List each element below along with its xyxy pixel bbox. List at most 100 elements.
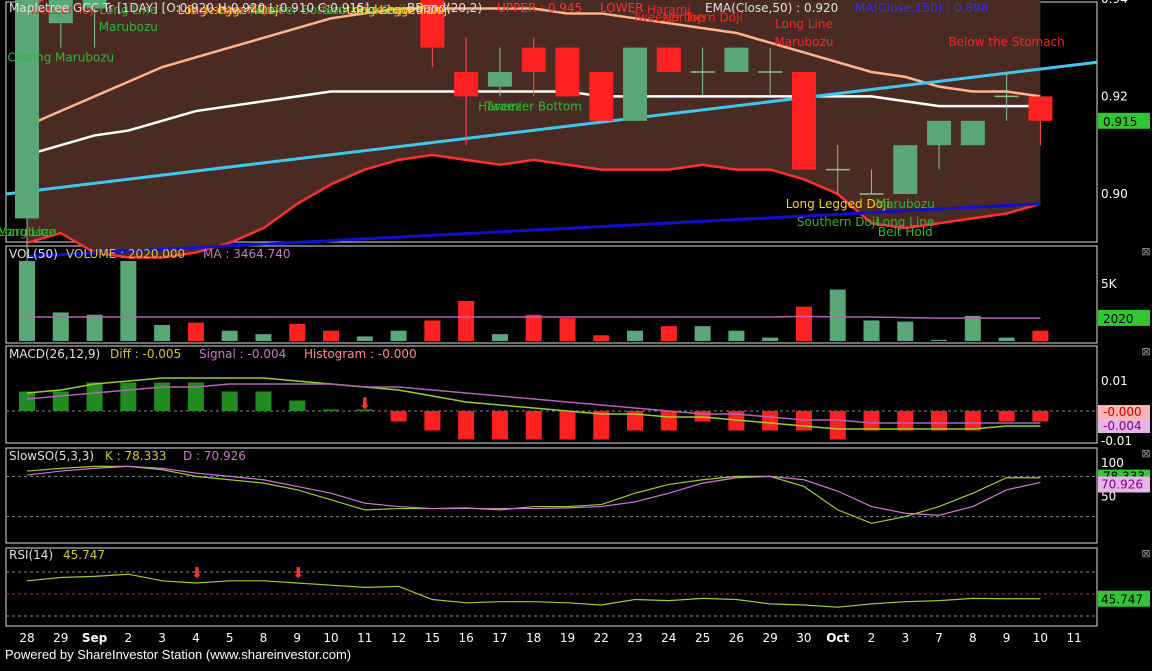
close-icon: ⊠ — [1141, 245, 1150, 258]
volume-bar — [221, 330, 238, 341]
stock-chart[interactable]: ⊠ ⊠ ⊠ ⊠ Long Line Marubozu Closing Marubozu Twe… — [0, 0, 1152, 671]
chart-header-text: EMA(Close,50) : 0.920 — [705, 1, 838, 15]
date-axis-tick: 2 — [868, 631, 876, 645]
price-axis-tick: 0.92 — [1101, 89, 1128, 103]
date-axis-tick: 7 — [935, 631, 943, 645]
date-axis-tick: 17 — [492, 631, 507, 645]
chart-header-text: BBand(20,2) — [407, 1, 482, 15]
vol-ma: MA : 3464.740 — [203, 247, 291, 261]
stoch-k: K : 78.333 — [105, 449, 167, 463]
pattern-label: Belt Hold — [878, 225, 933, 239]
macd-histogram-bar — [863, 411, 880, 431]
candle-body — [623, 47, 648, 121]
macd-histogram-bar — [491, 411, 508, 440]
footer-credit: Powered by ShareInvestor Station (www.sh… — [5, 647, 352, 662]
date-axis-tick: 10 — [1033, 631, 1048, 645]
stoch-title: SlowSO(5,3,3) — [9, 449, 94, 463]
volume-bar — [897, 321, 914, 341]
date-axis-tick: 19 — [560, 631, 575, 645]
macd-histogram-bar — [897, 411, 914, 431]
close-icon: ⊠ — [1141, 547, 1150, 560]
macd-histogram-bar — [424, 411, 441, 431]
volume-bar — [829, 289, 846, 341]
last-price-label: 0.915 — [1103, 115, 1137, 129]
pattern-label: Below the Stomach — [948, 35, 1064, 49]
volume-bar — [1032, 330, 1049, 341]
volume-bar — [255, 334, 272, 341]
date-axis-tick: Sep — [82, 631, 108, 645]
rsi-last-label: 45.747 — [1101, 593, 1143, 607]
date-axis-tick: 2 — [125, 631, 133, 645]
volume-bar — [728, 330, 745, 341]
price-axis-tick: 0.90 — [1101, 187, 1128, 201]
volume-bar — [187, 322, 204, 341]
candle-body — [589, 72, 614, 121]
macd-histogram-bar — [19, 391, 35, 411]
volume-bar — [356, 336, 373, 341]
pattern-label: Closing Marubozu — [7, 51, 114, 65]
volume-bar — [627, 330, 644, 341]
macd-histogram-bar — [221, 391, 238, 411]
candle-body — [927, 120, 952, 146]
macd-histogram-bar — [120, 382, 137, 411]
pattern-label: Tweezer Bottom — [485, 99, 582, 113]
vol-volume: VOLUME : 2020.000 — [66, 247, 185, 261]
macd-histogram-bar — [593, 411, 610, 440]
macd-histogram-bar — [86, 382, 103, 411]
macd-histogram-bar — [52, 391, 69, 411]
date-axis-tick: 10 — [323, 631, 338, 645]
chart-header-text: LOWER — [600, 1, 644, 15]
macd-diff: Diff : -0.005 — [110, 347, 181, 361]
date-axis-tick: 25 — [695, 631, 710, 645]
volume-bar — [559, 318, 576, 341]
volume-axis-tick: 5K — [1101, 277, 1118, 291]
volume-bar — [795, 306, 812, 341]
sell-arrow-icon: ⬇ — [358, 394, 371, 413]
macd-histogram-bar — [931, 411, 948, 431]
candle-body — [791, 72, 816, 170]
volume-bar — [323, 330, 340, 341]
date-axis-tick: 9 — [1003, 631, 1011, 645]
candle-body — [15, 0, 39, 219]
date-axis-tick: 5 — [226, 631, 234, 645]
volume-last-label: 2020 — [1103, 312, 1134, 326]
candle-body — [724, 47, 749, 72]
date-axis-tick: 3 — [158, 631, 166, 645]
pattern-label: Marubozu — [774, 35, 833, 49]
macd-histogram-bar — [1032, 411, 1049, 422]
price-axis-tick: 0.94 — [1101, 0, 1128, 6]
rsi-title: RSI(14) — [9, 548, 53, 562]
macd-hist: Histogram : -0.000 — [304, 347, 417, 361]
pattern-label: Southern Doji — [797, 215, 879, 229]
volume-bar — [931, 339, 948, 341]
volume-bar — [19, 261, 35, 341]
volume-bar — [289, 323, 306, 341]
close-icon: ⊠ — [1141, 345, 1150, 358]
chart-header-text: MA(Close,150) : 0.898 — [855, 1, 988, 15]
volume-bar — [525, 314, 542, 341]
volume-bar — [762, 337, 779, 341]
date-axis-tick: 3 — [901, 631, 909, 645]
candle-body — [893, 145, 918, 194]
candle-body — [487, 72, 512, 87]
volume-bar — [390, 330, 407, 341]
sell-arrow-icon: ⬇ — [292, 564, 305, 582]
pattern-label: Marubozu — [876, 197, 935, 211]
macd-histogram-bar — [289, 400, 306, 411]
date-axis-tick: 29 — [763, 631, 778, 645]
macd-title: MACD(26,12,9) — [9, 347, 100, 361]
macd-histogram-bar — [964, 411, 981, 431]
date-axis-tick: 22 — [594, 631, 609, 645]
macd-last-signal: -0.004 — [1103, 419, 1142, 433]
pattern-label: Long Legged Doji — [786, 197, 890, 211]
vol-title: VOL(50) — [9, 247, 58, 261]
macd-histogram-bar — [998, 411, 1015, 422]
pattern-label: Marubozu — [99, 20, 158, 34]
macd-histogram-bar — [762, 411, 779, 431]
candle-body — [656, 47, 681, 72]
macd-histogram-bar — [255, 391, 272, 411]
macd-histogram-bar — [458, 411, 475, 440]
date-axis-tick: 15 — [425, 631, 440, 645]
date-axis-tick: 8 — [969, 631, 977, 645]
close-icon: ⊠ — [1141, 447, 1150, 460]
